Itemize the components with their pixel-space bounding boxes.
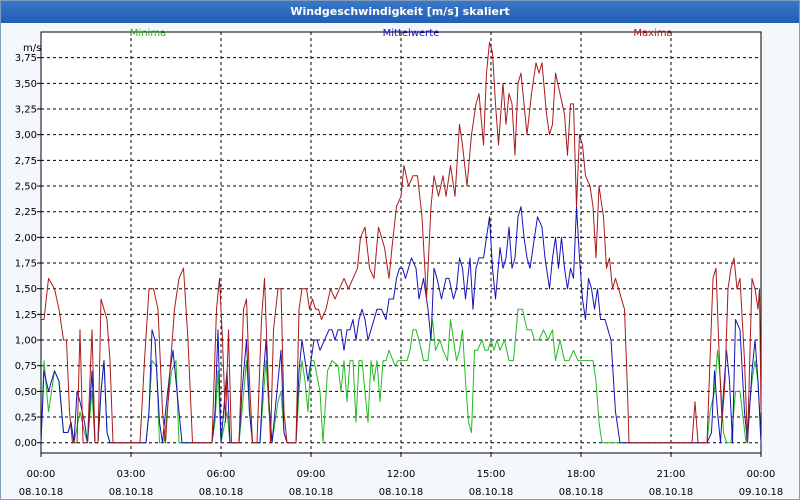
y-tick-label: 1,50: [15, 284, 37, 295]
wind-speed-chart: 0,00 0,25 0,50 0,75 1,00 1,25 1,50 1,75 2,00 2,25…: [15, 28, 784, 498]
y-tick-label: 3,75: [15, 53, 37, 64]
legend-maxima: Maxima: [633, 28, 672, 39]
x-tick-date: 08.10.18: [649, 487, 694, 498]
x-tick-date: 09.10.18: [739, 487, 784, 498]
x-tick-date: 08.10.18: [559, 487, 604, 498]
x-tick-time: 21:00: [657, 469, 686, 480]
chart-window: Windgeschwindigkeit [m/s] skaliert 0,00 0…: [0, 0, 800, 500]
y-tick-label: 0,75: [15, 361, 37, 372]
y-tick-label: 0,50: [15, 387, 37, 398]
y-tick-label: 1,00: [15, 336, 37, 347]
y-tick-label: 2,25: [15, 207, 37, 218]
legend-mittelwerte: Mittelwerte: [383, 28, 440, 39]
window-title: Windgeschwindigkeit [m/s] skaliert: [1, 1, 799, 23]
x-tick-time: 18:00: [567, 469, 596, 480]
y-axis-ticks: 0,00 0,25 0,50 0,75 1,00 1,25 1,50 1,75 2,00 2,25…: [15, 53, 41, 449]
y-axis-label: m/s: [23, 43, 41, 54]
x-tick-time: 00:00: [27, 469, 56, 480]
x-tick-time: 06:00: [207, 469, 236, 480]
y-tick-label: 0,25: [15, 413, 37, 424]
chart-grid: [40, 31, 762, 454]
x-tick-date: 08.10.18: [19, 487, 64, 498]
y-tick-label: 3,50: [15, 79, 37, 90]
x-tick-time: 00:00: [747, 469, 776, 480]
legend-minima: Minima: [130, 28, 166, 39]
y-tick-label: 2,50: [15, 182, 37, 193]
y-tick-label: 3,25: [15, 105, 37, 116]
x-tick-date: 08.10.18: [379, 487, 424, 498]
x-tick-time: 15:00: [477, 469, 506, 480]
y-tick-label: 2,75: [15, 156, 37, 167]
y-tick-label: 1,75: [15, 259, 37, 270]
x-tick-time: 03:00: [117, 469, 146, 480]
x-tick-date: 08.10.18: [469, 487, 514, 498]
x-tick-date: 08.10.18: [289, 487, 334, 498]
y-tick-label: 0,00: [15, 438, 37, 449]
x-axis-ticks: 00:00 08.10.18 03:00 08.10.18 06:00 08.10.18 0…: [19, 453, 784, 498]
x-tick-date: 08.10.18: [199, 487, 244, 498]
x-tick-time: 09:00: [297, 469, 326, 480]
y-tick-label: 1,25: [15, 310, 37, 321]
y-tick-label: 2,00: [15, 233, 37, 244]
x-tick-date: 08.10.18: [109, 487, 154, 498]
y-tick-label: 3,00: [15, 130, 37, 141]
x-tick-time: 12:00: [387, 469, 416, 480]
